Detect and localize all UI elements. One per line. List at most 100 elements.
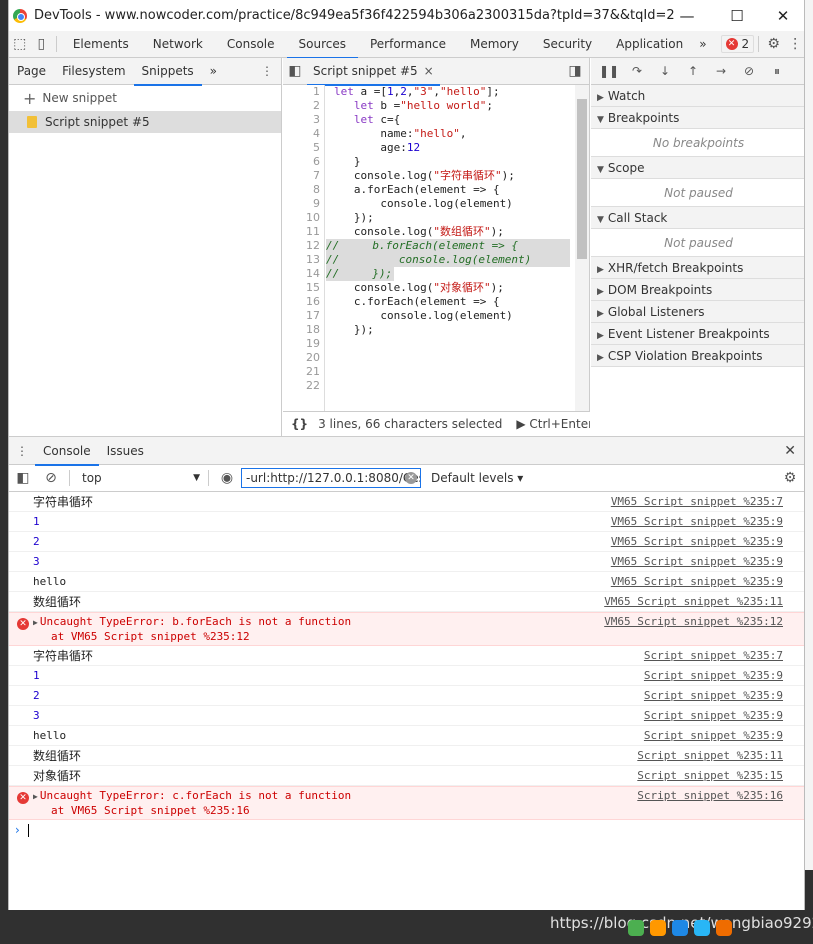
inspect-element-icon[interactable]: ⬚ xyxy=(9,31,31,58)
line-number[interactable]: 19 xyxy=(283,337,324,351)
toggle-debugger-icon[interactable]: ◨ xyxy=(563,58,587,85)
xhr-breakpoints-section[interactable]: ▶ XHR/fetch Breakpoints xyxy=(591,257,804,279)
step-into-icon[interactable]: ↓ xyxy=(651,64,679,78)
console-prompt[interactable]: › xyxy=(9,820,804,840)
editor-scrollbar[interactable] xyxy=(575,85,589,411)
tab-sources[interactable]: Sources xyxy=(286,31,359,59)
clear-filter-icon[interactable]: ✕ xyxy=(405,472,417,484)
line-number[interactable]: 11 xyxy=(283,225,324,239)
pause-on-exceptions-icon[interactable]: ⏸ xyxy=(763,64,791,79)
watch-section[interactable]: ▶ Watch xyxy=(591,85,804,107)
source-link[interactable]: Script snippet %235:11 xyxy=(637,746,783,766)
maximize-button[interactable]: ☐ xyxy=(714,0,760,31)
console-filter-input[interactable]: -url:http://127.0.0.1:8080/Ces ✕ xyxy=(241,468,421,488)
source-link[interactable]: VM65 Script snippet %235:9 xyxy=(611,512,783,532)
close-drawer-icon[interactable]: ✕ xyxy=(784,443,796,459)
log-levels-dropdown[interactable]: Default levels ▾ xyxy=(431,471,523,485)
run-snippet-button[interactable]: ▶ Ctrl+Enter xyxy=(516,417,590,431)
tab-filesystem[interactable]: Filesystem xyxy=(54,58,133,85)
error-stack-link[interactable]: at VM65 Script snippet %235:16 xyxy=(33,804,351,818)
line-number[interactable]: 16 xyxy=(283,295,324,309)
snippet-item[interactable]: Script snippet #5 xyxy=(9,111,281,133)
clear-console-icon[interactable]: ⊘ xyxy=(37,465,65,492)
close-tab-icon[interactable]: × xyxy=(424,64,434,78)
line-number[interactable]: 4 xyxy=(283,127,324,141)
source-link[interactable]: VM65 Script snippet %235:11 xyxy=(604,592,783,612)
event-listener-breakpoints-section[interactable]: ▶ Event Listener Breakpoints xyxy=(591,323,804,345)
source-link[interactable]: Script snippet %235:9 xyxy=(644,686,783,706)
step-over-icon[interactable]: ↷ xyxy=(623,64,651,78)
more-tabs-button[interactable]: » xyxy=(695,31,710,58)
line-number[interactable]: 1 xyxy=(283,85,324,99)
line-number[interactable]: 13 xyxy=(283,253,324,267)
settings-gear-icon[interactable]: ⚙ xyxy=(763,31,785,58)
source-link[interactable]: Script snippet %235:9 xyxy=(644,706,783,726)
tab-page[interactable]: Page xyxy=(9,58,54,85)
source-link[interactable]: VM65 Script snippet %235:9 xyxy=(611,532,783,552)
line-number[interactable]: 15 xyxy=(283,281,324,295)
source-link[interactable]: Script snippet %235:16 xyxy=(637,789,783,817)
line-number[interactable]: 14 xyxy=(283,267,324,281)
device-toolbar-icon[interactable]: ▯ xyxy=(31,31,53,58)
breakpoints-section[interactable]: ▼ Breakpoints xyxy=(591,107,804,129)
step-icon[interactable]: → xyxy=(707,64,735,78)
tab-elements[interactable]: Elements xyxy=(61,31,141,58)
line-number[interactable]: 12 xyxy=(283,239,324,253)
line-number[interactable]: 8 xyxy=(283,183,324,197)
source-link[interactable]: VM65 Script snippet %235:9 xyxy=(611,572,783,592)
editor-tab[interactable]: Script snippet #5 × xyxy=(307,58,440,86)
line-number[interactable]: 21 xyxy=(283,365,324,379)
expand-triangle-icon[interactable]: ▶ xyxy=(33,618,38,627)
live-expression-eye-icon[interactable]: ◉ xyxy=(213,465,241,492)
source-link[interactable]: Script snippet %235:7 xyxy=(644,646,783,666)
close-window-button[interactable]: ✕ xyxy=(760,0,804,31)
line-number[interactable]: 17 xyxy=(283,309,324,323)
error-count-badge[interactable]: ✕ 2 xyxy=(720,35,755,53)
line-number[interactable]: 10 xyxy=(283,211,324,225)
call-stack-section[interactable]: ▼ Call Stack xyxy=(591,207,804,229)
drawer-menu-icon[interactable]: ⋮ xyxy=(9,444,35,458)
context-selector[interactable]: top ▼ xyxy=(74,468,204,488)
dom-breakpoints-section[interactable]: ▶ DOM Breakpoints xyxy=(591,279,804,301)
new-snippet-button[interactable]: + New snippet xyxy=(9,85,281,111)
line-number[interactable]: 20 xyxy=(283,351,324,365)
pretty-print-button[interactable]: {} xyxy=(283,417,318,431)
tray-icon[interactable] xyxy=(694,920,710,936)
source-link[interactable]: Script snippet %235:9 xyxy=(644,726,783,746)
tray-icon[interactable] xyxy=(716,920,732,936)
tray-icon[interactable] xyxy=(672,920,688,936)
tray-icon[interactable] xyxy=(628,920,644,936)
line-number[interactable]: 2 xyxy=(283,99,324,113)
kebab-menu-icon[interactable]: ⋮ xyxy=(784,31,804,58)
scrollbar-thumb[interactable] xyxy=(577,99,587,259)
error-stack-link[interactable]: at VM65 Script snippet %235:12 xyxy=(33,630,351,644)
line-number[interactable]: 9 xyxy=(283,197,324,211)
pause-icon[interactable]: ❚❚ xyxy=(595,64,623,78)
source-link[interactable]: Script snippet %235:15 xyxy=(637,766,783,786)
source-link[interactable]: VM65 Script snippet %235:7 xyxy=(611,492,783,512)
line-number[interactable]: 3 xyxy=(283,113,324,127)
toggle-navigator-icon[interactable]: ◧ xyxy=(283,58,307,85)
tab-issues[interactable]: Issues xyxy=(99,437,152,465)
navigator-menu-icon[interactable]: ⋮ xyxy=(261,64,273,78)
tab-security[interactable]: Security xyxy=(531,31,604,58)
line-number[interactable]: 7 xyxy=(283,169,324,183)
console-settings-gear-icon[interactable]: ⚙ xyxy=(776,465,804,492)
tab-console[interactable]: Console xyxy=(215,31,287,58)
source-link[interactable]: Script snippet %235:9 xyxy=(644,666,783,686)
step-out-icon[interactable]: ↑ xyxy=(679,64,707,78)
expand-triangle-icon[interactable]: ▶ xyxy=(33,792,38,801)
tray-icon[interactable] xyxy=(650,920,666,936)
csp-breakpoints-section[interactable]: ▶ CSP Violation Breakpoints xyxy=(591,345,804,367)
tab-console-drawer[interactable]: Console xyxy=(35,437,99,466)
console-sidebar-icon[interactable]: ◧ xyxy=(9,465,37,492)
line-number[interactable]: 6 xyxy=(283,155,324,169)
tab-memory[interactable]: Memory xyxy=(458,31,531,58)
line-number[interactable]: 22 xyxy=(283,379,324,393)
source-link[interactable]: VM65 Script snippet %235:12 xyxy=(604,615,783,643)
line-number[interactable]: 18 xyxy=(283,323,324,337)
code-area[interactable]: let a =[1,2,"3","hello"]; let b ="hello … xyxy=(326,85,570,411)
line-number[interactable]: 5 xyxy=(283,141,324,155)
navigator-more-button[interactable]: » xyxy=(202,58,225,85)
tab-snippets[interactable]: Snippets xyxy=(133,58,202,86)
